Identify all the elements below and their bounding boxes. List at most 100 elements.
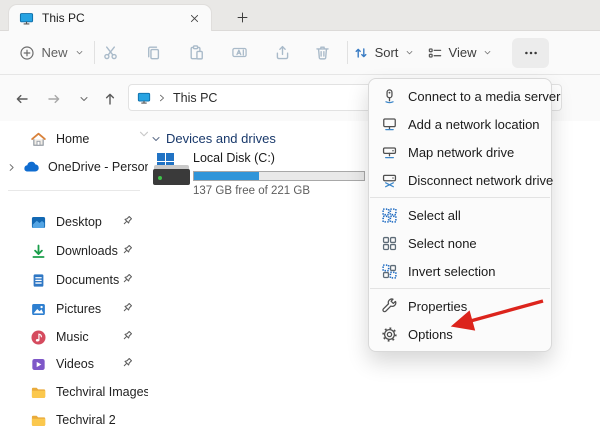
- command-bar: New: [0, 31, 600, 75]
- sidebar-item-videos[interactable]: Videos: [0, 350, 148, 378]
- new-button[interactable]: New: [14, 31, 90, 74]
- properties-wrench-icon: [381, 298, 398, 315]
- menu-item-map-network-drive[interactable]: Map network drive: [369, 138, 551, 166]
- tab-title: This PC: [42, 11, 185, 25]
- sidebar-item-home[interactable]: Home: [0, 125, 148, 153]
- menu-separator: [370, 288, 550, 289]
- view-list-icon: [427, 45, 443, 61]
- share-button[interactable]: [267, 31, 297, 74]
- sidebar-item-desktop[interactable]: Desktop: [0, 208, 148, 236]
- menu-item-label: Add a network location: [408, 117, 540, 132]
- sidebar-item-label: Downloads: [56, 244, 120, 258]
- recent-locations-chevron-icon[interactable]: [72, 87, 96, 111]
- pin-icon[interactable]: [120, 243, 136, 259]
- drive-usage-bar: [193, 171, 365, 181]
- sidebar-item-label: OneDrive - Persona: [48, 160, 148, 174]
- menu-separator: [370, 197, 550, 198]
- pin-icon[interactable]: [120, 329, 136, 345]
- chevron-down-icon: [482, 47, 493, 58]
- music-icon: [30, 329, 47, 346]
- add-network-location-icon: [381, 116, 398, 133]
- breadcrumb-location[interactable]: This PC: [173, 91, 217, 105]
- local-disk-icon: [153, 153, 190, 190]
- sidebar-item-techviral-images[interactable]: Techviral Images: [0, 378, 148, 406]
- sidebar-item-music[interactable]: Music: [0, 323, 148, 351]
- drive-capacity-text: 137 GB free of 221 GB: [193, 185, 310, 197]
- this-pc-monitor-icon: [19, 11, 34, 26]
- videos-icon: [30, 356, 47, 373]
- desktop-icon: [30, 214, 47, 231]
- sidebar-item-techviral-2[interactable]: Techviral 2: [0, 406, 148, 431]
- file-explorer-window: This PC New: [0, 0, 600, 431]
- menu-item-invert-selection[interactable]: Invert selection: [369, 257, 551, 285]
- view-button[interactable]: View: [426, 31, 494, 74]
- breadcrumb-chevron-icon[interactable]: [157, 93, 167, 103]
- expand-chevron-icon[interactable]: [0, 162, 22, 173]
- sidebar-item-label: Videos: [56, 357, 120, 371]
- view-button-label: View: [449, 45, 477, 60]
- sidebar-item-label: Home: [56, 132, 148, 146]
- sidebar-item-documents[interactable]: Documents: [0, 266, 148, 294]
- sidebar-item-label: Techviral Images: [56, 385, 148, 399]
- copy-button[interactable]: [138, 31, 168, 74]
- tab-strip: This PC: [0, 0, 600, 31]
- sidebar-item-label: Desktop: [56, 215, 120, 229]
- this-pc-monitor-icon: [137, 91, 151, 105]
- pictures-icon: [30, 301, 47, 318]
- copy-icon: [145, 44, 162, 61]
- rename-button[interactable]: [224, 31, 254, 74]
- paste-button[interactable]: [181, 31, 211, 74]
- chevron-down-icon: [404, 47, 415, 58]
- sidebar-item-label: Music: [56, 330, 120, 344]
- new-tab-button[interactable]: [230, 6, 254, 28]
- disconnect-network-drive-icon: [381, 172, 398, 189]
- pin-icon[interactable]: [120, 356, 136, 372]
- drive-name: Local Disk (C:): [193, 151, 275, 165]
- sidebar-item-label: Pictures: [56, 302, 120, 316]
- up-button[interactable]: [98, 87, 122, 111]
- see-more-dropdown-menu: Connect to a media server Add a network …: [368, 78, 552, 352]
- pin-icon[interactable]: [120, 272, 136, 288]
- sidebar-item-pictures[interactable]: Pictures: [0, 295, 148, 323]
- onedrive-cloud-icon: [22, 159, 39, 176]
- back-button[interactable]: [10, 87, 34, 111]
- menu-item-options[interactable]: Options: [369, 320, 551, 348]
- menu-item-label: Map network drive: [408, 145, 514, 160]
- menu-item-add-network-location[interactable]: Add a network location: [369, 110, 551, 138]
- map-network-drive-icon: [381, 144, 398, 161]
- pin-icon[interactable]: [120, 214, 136, 230]
- sort-arrows-icon: [353, 45, 369, 61]
- home-icon: [30, 131, 47, 148]
- folder-icon: [30, 412, 47, 429]
- documents-icon: [30, 272, 47, 289]
- menu-item-label: Select all: [408, 208, 461, 223]
- menu-item-label: Options: [408, 327, 453, 342]
- tab-close-icon[interactable]: [185, 9, 203, 27]
- menu-item-select-none[interactable]: Select none: [369, 229, 551, 257]
- see-more-button[interactable]: [512, 38, 549, 68]
- sidebar-item-onedrive[interactable]: OneDrive - Persona: [0, 153, 148, 181]
- menu-item-label: Invert selection: [408, 264, 495, 279]
- section-devices-and-drives[interactable]: Devices and drives: [150, 131, 276, 146]
- menu-item-disconnect-network-drive[interactable]: Disconnect network drive: [369, 166, 551, 194]
- sort-button[interactable]: Sort: [352, 31, 416, 74]
- media-server-icon: [381, 88, 398, 105]
- sidebar-item-downloads[interactable]: Downloads: [0, 237, 148, 265]
- menu-item-connect-media-server[interactable]: Connect to a media server: [369, 82, 551, 110]
- tab-this-pc[interactable]: This PC: [8, 4, 212, 31]
- menu-item-properties[interactable]: Properties: [369, 292, 551, 320]
- collapse-chevron-icon[interactable]: [150, 133, 162, 145]
- pin-icon[interactable]: [120, 301, 136, 317]
- forward-button[interactable]: [42, 87, 66, 111]
- select-all-icon: [381, 207, 398, 224]
- cut-button[interactable]: [95, 31, 125, 74]
- sort-button-label: Sort: [375, 45, 399, 60]
- menu-item-select-all[interactable]: Select all: [369, 201, 551, 229]
- sidebar-divider: [8, 190, 140, 191]
- menu-item-label: Disconnect network drive: [408, 173, 553, 188]
- options-gear-icon: [381, 326, 398, 343]
- menu-item-label: Properties: [408, 299, 467, 314]
- section-header-label: Devices and drives: [166, 131, 276, 146]
- delete-button[interactable]: [307, 31, 337, 74]
- select-none-icon: [381, 235, 398, 252]
